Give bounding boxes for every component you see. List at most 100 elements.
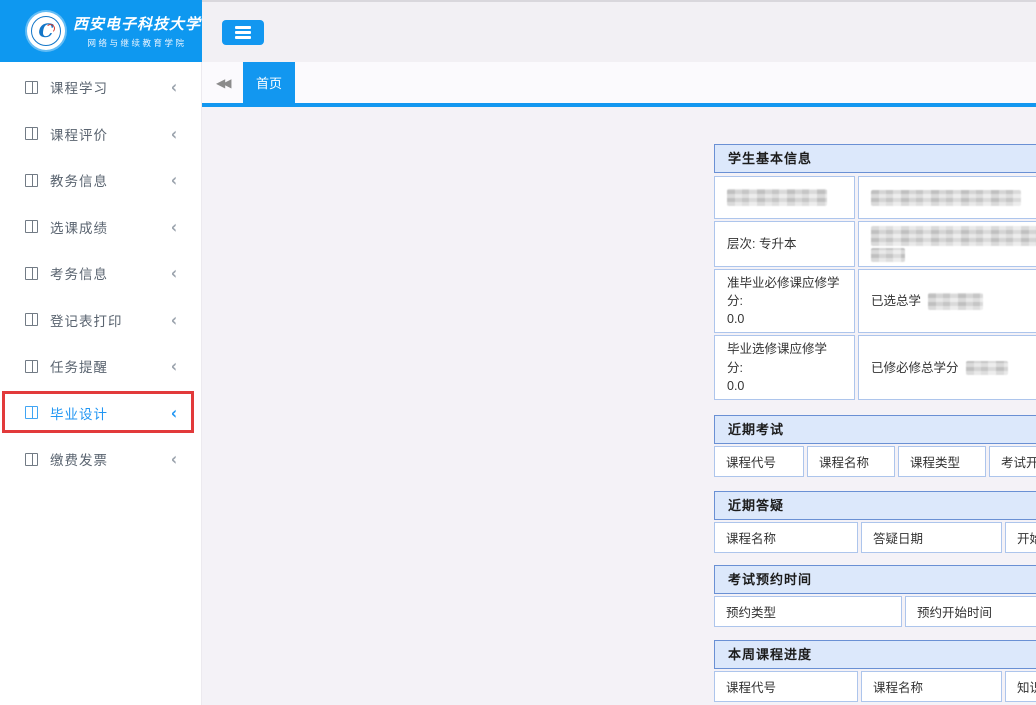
sidebar-item-label: 登记表打印 — [50, 310, 123, 330]
cell-text: 毕业选修课应修学分: 0.0 — [727, 340, 842, 394]
panel-title: 近期考试 — [714, 415, 1036, 444]
sidebar-item-label: 课程评价 — [50, 124, 108, 144]
sidebar-item-task-reminder[interactable]: 任务提醒 ‹ — [0, 343, 201, 390]
sidebar-item-label: 任务提醒 — [50, 356, 108, 376]
tab-home[interactable]: 首页 — [243, 62, 295, 103]
sidebar-item-form-print[interactable]: 登记表打印 ‹ — [0, 297, 201, 344]
brand-logo-block[interactable]: C 西安电子科技大学 网络与继续教育学院 — [0, 0, 202, 62]
info-cell: 已修必修总学分 — [858, 335, 1036, 399]
chevron-left-icon: ‹ — [171, 123, 177, 145]
column-header: 课程代号 — [714, 671, 858, 702]
chevron-left-icon: ‹ — [171, 262, 177, 284]
column-header: 课程类型 — [898, 446, 986, 477]
cell-text: 准毕业必修课应修学分: 0.0 — [727, 274, 842, 328]
table-header-row: 预约类型预约开始时间 — [714, 596, 1036, 627]
redacted-text — [871, 248, 905, 262]
chevron-left-icon: ‹ — [171, 169, 177, 191]
chevron-left-icon: ‹ — [171, 309, 177, 331]
column-header: 预约类型 — [714, 596, 902, 627]
hamburger-menu-button[interactable] — [222, 20, 264, 45]
cell-text: 层次: 专升本 — [727, 235, 796, 253]
school-name: 网络与继续教育学院 — [73, 37, 201, 49]
table-header-row: 课程代号课程名称知识点 — [714, 671, 1036, 702]
column-header: 知识点 — [1005, 671, 1036, 702]
redacted-cell — [858, 221, 1036, 267]
columns-icon — [25, 406, 38, 419]
info-cell: 已选总学 — [858, 269, 1036, 333]
column-header: 开始时间 — [1005, 522, 1036, 553]
column-header: 课程名称 — [807, 446, 895, 477]
redacted-cell — [714, 176, 855, 219]
sidebar-item-course-eval[interactable]: 课程评价 ‹ — [0, 111, 201, 158]
sidebar-item-label: 缴费发票 — [50, 449, 108, 469]
recent-exams-panel: 近期考试 课程代号课程名称课程类型考试开始时间 — [714, 415, 1036, 477]
table-row: 毕业选修课应修学分: 0.0 已修必修总学分 — [714, 335, 1036, 399]
column-header: 课程名称 — [714, 522, 858, 553]
panel-title: 本周课程进度 — [714, 640, 1036, 669]
exam-reservation-panel: 考试预约时间 预约类型预约开始时间 — [714, 565, 1036, 627]
sidebar-item-course-grades[interactable]: 选课成绩 ‹ — [0, 204, 201, 251]
cell-text: 已修必修总学分 — [871, 359, 959, 377]
cell-text: 已选总学 — [871, 292, 921, 310]
sidebar-item-academic-info[interactable]: 教务信息 ‹ — [0, 157, 201, 204]
table-row: 准毕业必修课应修学分: 0.0 已选总学 — [714, 269, 1036, 333]
columns-icon — [25, 127, 38, 140]
hamburger-icon — [235, 31, 251, 34]
info-cell: 毕业选修课应修学分: 0.0 — [714, 335, 855, 399]
columns-icon — [25, 313, 38, 326]
table-header-row: 课程代号课程名称课程类型考试开始时间 — [714, 446, 1036, 477]
columns-icon — [25, 360, 38, 373]
student-info-panel: 学生基本信息 层次: 专升本准毕业必修课应修学分: 0.0 已选总学毕业选修课应修… — [714, 144, 1036, 400]
info-cell: 层次: 专升本 — [714, 221, 855, 267]
chevron-left-icon: ‹ — [171, 448, 177, 470]
redacted-text — [727, 189, 827, 206]
column-header: 课程代号 — [714, 446, 804, 477]
university-name: 西安电子科技大学 — [73, 13, 201, 34]
sidebar-item-label: 毕业设计 — [50, 403, 108, 423]
info-cell: 准毕业必修课应修学分: 0.0 — [714, 269, 855, 333]
chevron-left-icon: ‹ — [171, 76, 177, 98]
sidebar-menu: 课程学习 ‹ 课程评价 ‹ 教务信息 ‹ 选课成绩 ‹ 考务信息 ‹ 登记表打印… — [0, 62, 201, 483]
sidebar-item-label: 教务信息 — [50, 170, 108, 190]
sidebar-item-label: 选课成绩 — [50, 217, 108, 237]
columns-icon — [25, 453, 38, 466]
columns-icon — [25, 174, 38, 187]
hamburger-icon — [235, 36, 251, 39]
column-header: 答疑日期 — [861, 522, 1002, 553]
recent-qa-panel: 近期答疑 课程名称答疑日期开始时间 — [714, 491, 1036, 553]
sidebar-item-graduation-design[interactable]: 毕业设计 ‹ — [0, 390, 201, 437]
university-emblem-icon: C — [27, 12, 65, 50]
table-row: 层次: 专升本 — [714, 221, 1036, 267]
hamburger-icon — [235, 26, 251, 29]
sidebar-item-payment-invoice[interactable]: 缴费发票 ‹ — [0, 436, 201, 483]
sidebar-item-label: 考务信息 — [50, 263, 108, 283]
chevron-left-icon: ‹ — [171, 216, 177, 238]
redacted-text — [966, 361, 1008, 375]
columns-icon — [25, 267, 38, 280]
chevron-left-icon: ‹ — [171, 355, 177, 377]
panel-title: 考试预约时间 — [714, 565, 1036, 594]
chevron-left-icon: ‹ — [171, 402, 177, 424]
sidebar-item-label: 课程学习 — [50, 77, 108, 97]
columns-icon — [25, 81, 38, 94]
column-header: 课程名称 — [861, 671, 1002, 702]
panel-title: 学生基本信息 — [714, 144, 1036, 173]
redacted-text — [871, 190, 1021, 206]
sidebar-item-course-study[interactable]: 课程学习 ‹ — [0, 64, 201, 111]
table-row — [714, 176, 1036, 219]
column-header: 预约开始时间 — [905, 596, 1036, 627]
double-left-arrow-icon[interactable]: ◀◀ — [212, 62, 232, 103]
redacted-text — [871, 226, 1036, 246]
columns-icon — [25, 220, 38, 233]
week-progress-panel: 本周课程进度 课程代号课程名称知识点 — [714, 640, 1036, 702]
main-content: 学生基本信息 层次: 专升本准毕业必修课应修学分: 0.0 已选总学毕业选修课应修… — [202, 107, 1036, 705]
panel-title: 近期答疑 — [714, 491, 1036, 520]
tab-bar: ◀◀ 首页 — [202, 62, 1036, 103]
column-header: 考试开始时间 — [989, 446, 1036, 477]
redacted-cell — [858, 176, 1036, 219]
dashboard-panels: 学生基本信息 层次: 专升本准毕业必修课应修学分: 0.0 已选总学毕业选修课应修… — [714, 144, 1036, 702]
redacted-text — [928, 293, 983, 310]
sidebar: 课程学习 ‹ 课程评价 ‹ 教务信息 ‹ 选课成绩 ‹ 考务信息 ‹ 登记表打印… — [0, 62, 202, 705]
sidebar-item-exam-info[interactable]: 考务信息 ‹ — [0, 250, 201, 297]
table-header-row: 课程名称答疑日期开始时间 — [714, 522, 1036, 553]
